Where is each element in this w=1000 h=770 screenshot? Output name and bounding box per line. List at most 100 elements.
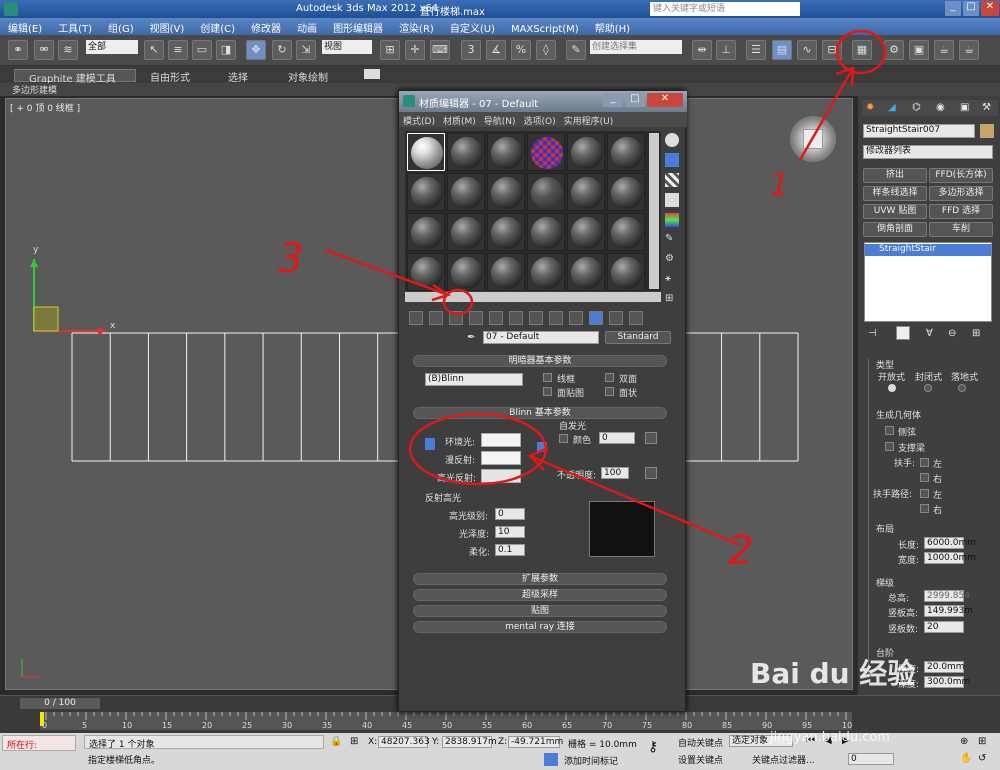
schematic-view-icon[interactable]: ⊟: [822, 40, 842, 60]
remove-modifier-icon[interactable]: ⊖: [948, 328, 956, 339]
maps-rollout[interactable]: 贴图: [413, 605, 667, 617]
material-slot[interactable]: [567, 253, 605, 291]
face-map-checkbox[interactable]: [543, 387, 552, 396]
sample-type-icon[interactable]: [665, 133, 679, 147]
extended-params-rollout[interactable]: 扩展参数: [413, 573, 667, 585]
mat-menu-item-4[interactable]: 实用程序(U): [560, 112, 618, 129]
material-slot[interactable]: [407, 213, 445, 251]
blinn-rollout[interactable]: Blinn 基本参数: [413, 407, 667, 419]
selection-filter-select[interactable]: 全部: [86, 40, 138, 54]
render-active-icon[interactable]: ☕: [959, 40, 979, 60]
unlink-icon[interactable]: ⚮: [34, 40, 54, 60]
window-crossing-icon[interactable]: ◨: [216, 40, 236, 60]
tab-object-paint[interactable]: 对象绘制: [288, 69, 328, 84]
rotate-icon[interactable]: ↻: [272, 40, 292, 60]
zoom-icon[interactable]: ⊕: [960, 736, 968, 747]
render-teapot-icon[interactable]: ☕: [934, 40, 954, 60]
tab-selection[interactable]: 选择: [228, 69, 248, 84]
handrail-left-checkbox[interactable]: [920, 458, 929, 467]
background-icon[interactable]: [665, 173, 679, 187]
bind-space-warp-icon[interactable]: ≋: [58, 40, 78, 60]
make-preview-icon[interactable]: ✎: [665, 233, 679, 247]
opacity-map-button[interactable]: [645, 467, 657, 479]
key-icon[interactable]: ⚷: [648, 739, 658, 755]
copy-material-icon[interactable]: [489, 311, 503, 325]
modifier-list-select[interactable]: 修改器列表: [863, 145, 993, 159]
stack-item[interactable]: StraightStair: [865, 244, 991, 256]
add-time-tag[interactable]: 添加时间标记: [564, 754, 618, 767]
time-slider[interactable]: 0 / 100: [20, 698, 100, 709]
link-icon[interactable]: ⚭: [8, 40, 28, 60]
diffuse-map-button[interactable]: [537, 442, 547, 452]
absolute-mode-icon[interactable]: ⊞: [350, 736, 358, 747]
material-slot[interactable]: [487, 213, 525, 251]
modifier-button-4[interactable]: UVW 贴图: [863, 204, 927, 219]
material-slot[interactable]: [527, 133, 565, 171]
modifier-button-6[interactable]: 倒角剖面: [863, 222, 927, 237]
mat-close-button[interactable]: ✕: [647, 93, 683, 107]
graphite-toggle-icon[interactable]: ▤: [772, 40, 792, 60]
make-unique-icon[interactable]: [509, 311, 523, 325]
modifier-button-7[interactable]: 车削: [929, 222, 993, 237]
modifier-stack[interactable]: StraightStair: [864, 242, 992, 322]
modify-tab-icon[interactable]: ◢: [888, 102, 896, 113]
keyboard-shortcut-icon[interactable]: ⌨: [430, 40, 450, 60]
align-icon[interactable]: ⊥: [716, 40, 736, 60]
type-closed-radio[interactable]: [924, 384, 932, 392]
time-tag-icon[interactable]: [544, 753, 558, 766]
material-slot[interactable]: [447, 173, 485, 211]
make-unique-icon[interactable]: ∀: [926, 328, 933, 339]
tab-graphite[interactable]: Graphite 建模工具: [14, 69, 136, 85]
two-sided-checkbox[interactable]: [605, 373, 614, 382]
material-slot[interactable]: [527, 213, 565, 251]
material-slot[interactable]: [447, 133, 485, 171]
self-illum-map-button[interactable]: [645, 432, 657, 444]
viewcube-face[interactable]: [803, 129, 823, 149]
material-slot[interactable]: [487, 133, 525, 171]
poly-modeling-label[interactable]: 多边形建模: [12, 83, 57, 96]
utilities-tab-icon[interactable]: ⚒: [982, 102, 991, 113]
ref-coord-select[interactable]: 视图: [322, 40, 372, 54]
handrail-right-checkbox[interactable]: [920, 473, 929, 482]
angle-snap-icon[interactable]: ∡: [486, 40, 506, 60]
material-type-button[interactable]: Standard: [605, 331, 671, 344]
search-input[interactable]: 键入关键字或短语: [650, 2, 800, 16]
uv-tiling-icon[interactable]: [665, 193, 679, 207]
edit-named-sel-icon[interactable]: ✎: [566, 40, 586, 60]
render-setup-icon[interactable]: ⚙: [884, 40, 904, 60]
type-box-radio[interactable]: [958, 384, 966, 392]
zoom-all-icon[interactable]: ⊞: [978, 736, 986, 747]
select-manipulate-icon[interactable]: ✛: [405, 40, 425, 60]
create-tab-icon[interactable]: ✹: [866, 102, 874, 113]
mat-minimize-button[interactable]: _: [603, 93, 623, 107]
rendered-frame-icon[interactable]: ▣: [909, 40, 929, 60]
width-field[interactable]: 1000.0mm: [924, 552, 976, 564]
glossiness-field[interactable]: 10: [495, 526, 525, 538]
configure-sets-icon[interactable]: ⊞: [972, 328, 980, 339]
modifier-button-3[interactable]: 多边形选择: [929, 186, 993, 201]
spinner-snap-icon[interactable]: ◊: [536, 40, 556, 60]
maxscript-listener[interactable]: 所在行:: [2, 735, 76, 751]
ambient-swatch[interactable]: [481, 433, 521, 447]
material-slot[interactable]: [607, 133, 645, 171]
modifier-button-2[interactable]: 样条线选择: [863, 186, 927, 201]
ribbon-dropdown-icon[interactable]: [364, 69, 380, 79]
material-slot[interactable]: [567, 213, 605, 251]
get-material-icon[interactable]: [409, 311, 423, 325]
backlight-icon[interactable]: [665, 153, 679, 167]
material-name-field[interactable]: 07 - Default: [483, 331, 599, 344]
length-field[interactable]: 6000.0mm: [924, 537, 976, 549]
wire-checkbox[interactable]: [543, 373, 552, 382]
pick-material-icon[interactable]: ✒: [467, 332, 475, 343]
minimize-button[interactable]: _: [945, 1, 961, 16]
display-tab-icon[interactable]: ▣: [960, 102, 969, 113]
material-slot[interactable]: [447, 253, 485, 291]
track-bar[interactable]: 0 5 10 15 20 25 30 35 40 45 50 55 60 65 70 75 80 85 90 95 10…: [40, 712, 857, 730]
percent-snap-icon[interactable]: %: [511, 40, 531, 60]
named-selection-select[interactable]: 创建选择集: [590, 40, 682, 54]
viewcube[interactable]: [790, 116, 836, 162]
material-slot[interactable]: [407, 133, 445, 171]
type-open-radio[interactable]: [888, 384, 896, 392]
material-slot[interactable]: [487, 173, 525, 211]
material-slot[interactable]: [407, 253, 445, 291]
